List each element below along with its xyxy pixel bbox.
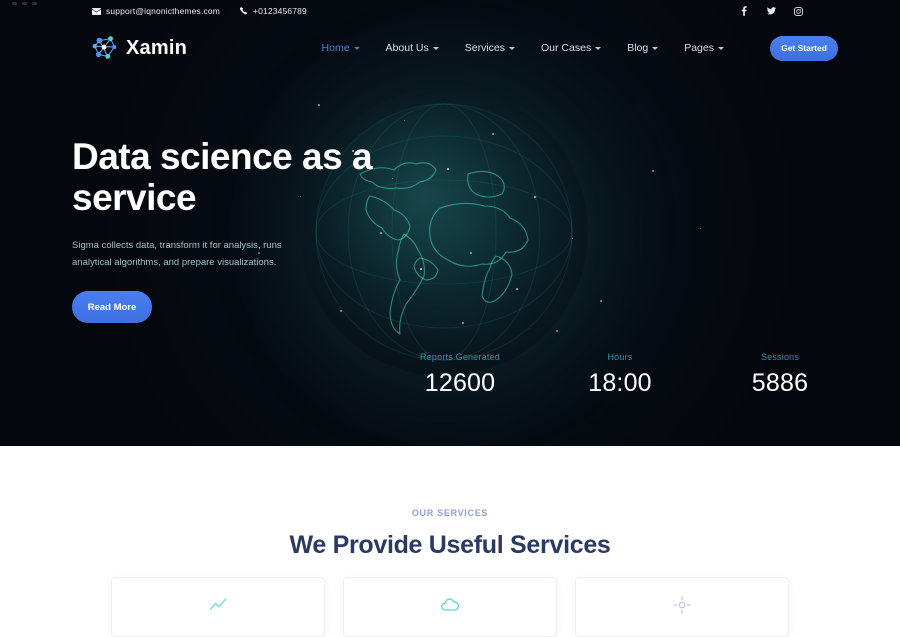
nav-item-blog-label: Blog — [627, 42, 649, 54]
nav-item-home[interactable]: Home — [322, 42, 360, 54]
hero-subtitle: Sigma collects data, transform it for an… — [72, 239, 282, 268]
nav-item-about-us[interactable]: About Us — [386, 42, 439, 54]
twitter-icon[interactable] — [766, 6, 776, 16]
nav-item-services-label: Services — [464, 42, 506, 54]
email-contact[interactable]: support@iqnonicthemes.com — [92, 6, 220, 16]
hero-title: Data science as a service — [72, 136, 373, 219]
nav-item-pages-label: Pages — [684, 42, 714, 54]
service-card-2[interactable] — [343, 577, 557, 637]
stat-value: 5886 — [751, 369, 809, 397]
stat-label: Sessions — [760, 352, 800, 362]
chevron-down-icon — [718, 46, 724, 50]
nav-item-home-label: Home — [321, 42, 350, 54]
stat-value: 12600 — [424, 369, 496, 397]
stat-value: 18:00 — [588, 369, 652, 397]
nav-item-about-us-label: About Us — [385, 42, 429, 54]
topbar-contacts: support@iqnonicthemes.com +0123456789 — [92, 6, 307, 16]
main-navbar: Xamin Home About Us Services Our Cases B… — [0, 22, 900, 74]
chevron-down-icon — [595, 46, 602, 50]
hero-content: Data science as a service Sigma collects… — [0, 136, 900, 324]
stat-hours: Hours 18:00 — [540, 352, 700, 398]
molecule-network-icon — [92, 34, 118, 62]
hero-section: support@iqnonicthemes.com +0123456789 Xa… — [0, 0, 900, 446]
machine-learning-icon — [672, 595, 692, 615]
brand-logo[interactable]: Xamin — [92, 34, 187, 62]
facebook-icon[interactable] — [739, 6, 749, 16]
nav-item-pages[interactable]: Pages — [684, 42, 724, 54]
brand-name: Xamin — [126, 36, 188, 59]
nav-item-blog[interactable]: Blog — [627, 42, 659, 54]
nav-menu: Home About Us Services Our Cases Blog Pa… — [322, 42, 724, 54]
chevron-down-icon — [353, 46, 360, 50]
email-text: support@iqnonicthemes.com — [106, 6, 220, 16]
top-contact-bar: support@iqnonicthemes.com +0123456789 — [0, 0, 900, 22]
service-card-3[interactable] — [575, 577, 789, 637]
phone-text: +0123456789 — [252, 6, 307, 16]
social-links — [739, 6, 803, 16]
stat-label: Reports Generated — [420, 352, 500, 362]
stat-reports-generated: Reports Generated 12600 — [380, 352, 540, 398]
services-title: We Provide Useful Services — [289, 531, 611, 559]
nav-item-services[interactable]: Services — [464, 42, 516, 54]
get-started-button[interactable]: Get Started — [770, 35, 838, 61]
stat-label: Hours — [607, 352, 633, 362]
read-more-button[interactable]: Read More — [72, 291, 152, 324]
phone-contact[interactable]: +0123456789 — [239, 6, 307, 16]
chevron-down-icon — [652, 46, 659, 50]
services-eyebrow: OUR SERVICES — [411, 508, 489, 518]
instagram-icon[interactable] — [793, 6, 803, 16]
phone-icon — [239, 7, 248, 15]
nav-item-our-cases[interactable]: Our Cases — [541, 42, 602, 54]
stat-sessions: Sessions 5886 — [700, 352, 860, 398]
chevron-down-icon — [509, 46, 516, 50]
nav-item-our-cases-label: Our Cases — [541, 42, 592, 54]
envelope-icon — [92, 7, 101, 15]
window-corner-dots — [12, 2, 37, 5]
service-card-1[interactable] — [111, 577, 325, 637]
chevron-down-icon — [432, 46, 439, 50]
data-cloud-icon — [440, 595, 460, 615]
hero-stats: Reports Generated 12600 Hours 18:00 Sess… — [380, 352, 860, 398]
analytics-chart-icon — [208, 595, 228, 615]
service-cards — [0, 577, 900, 637]
